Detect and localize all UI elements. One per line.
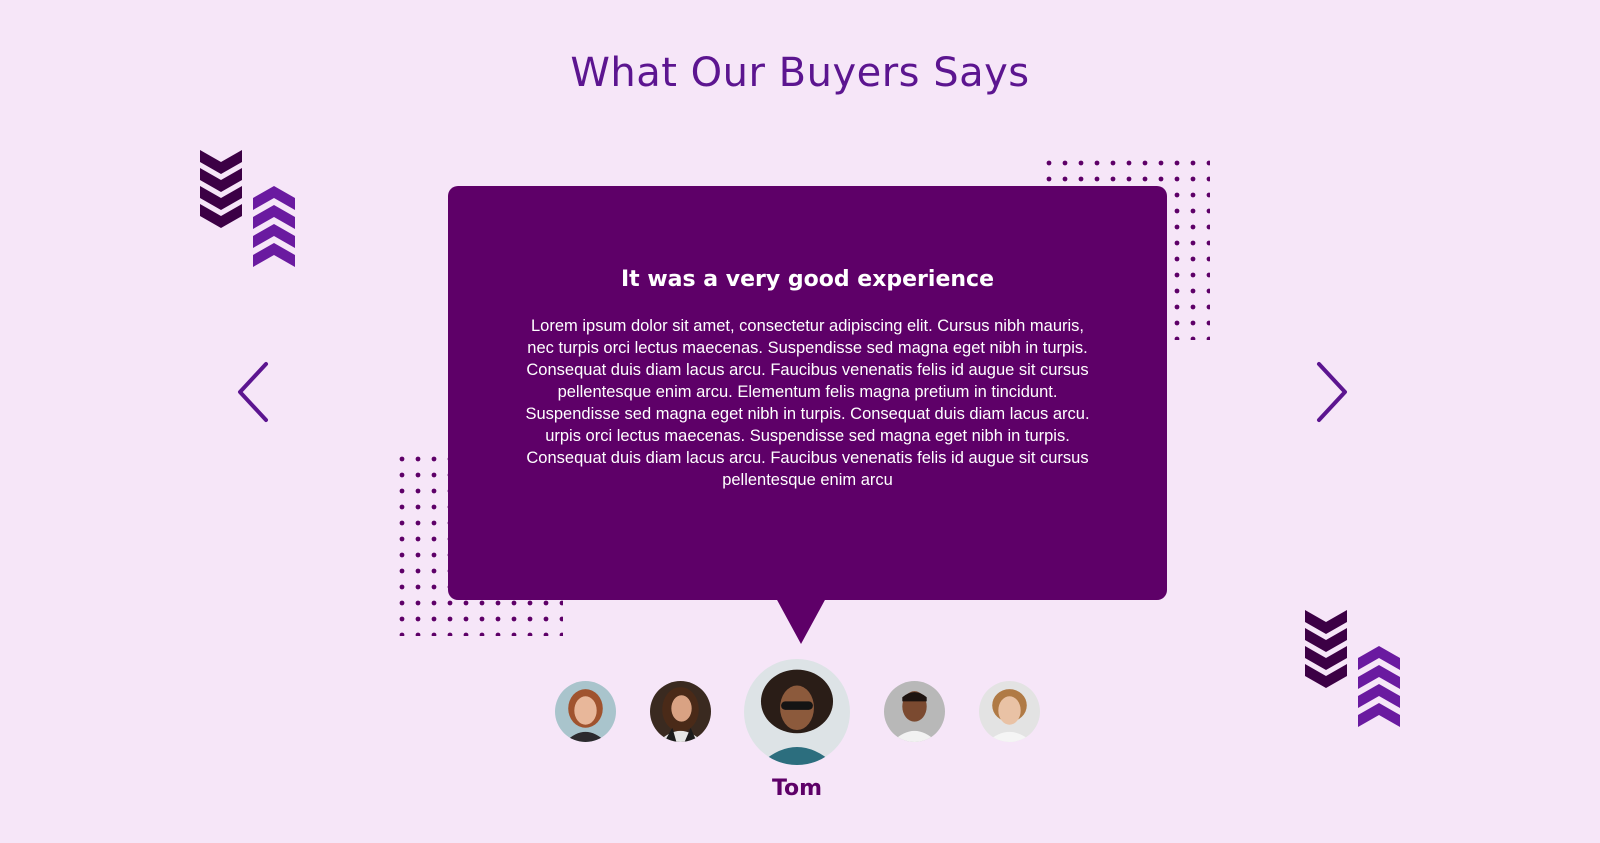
avatar-portrait-icon — [884, 681, 945, 742]
chevron-right-icon — [1317, 362, 1347, 422]
section-title: What Our Buyers Says — [570, 50, 1030, 96]
avatar-portrait-icon — [650, 681, 711, 742]
chevrons-decoration-top-left — [200, 150, 295, 267]
next-arrow-button[interactable] — [1313, 360, 1353, 424]
testimonial-card-pointer — [776, 598, 826, 644]
avatar-portrait-icon — [555, 681, 616, 742]
reviewer-avatar-1[interactable] — [555, 681, 616, 742]
testimonial-card: It was a very good experience Lorem ipsu… — [448, 186, 1167, 600]
active-reviewer-name: Tom — [771, 776, 823, 801]
prev-arrow-button[interactable] — [232, 360, 272, 424]
reviewer-avatar-4[interactable] — [884, 681, 945, 742]
reviewer-avatar-5[interactable] — [979, 681, 1040, 742]
chevrons-up-icon — [253, 186, 295, 267]
chevrons-up-icon — [1358, 646, 1400, 727]
chevrons-down-icon — [200, 150, 242, 228]
reviewer-avatar-3-active[interactable] — [744, 659, 850, 765]
chevrons-decoration-bottom-right — [1305, 610, 1400, 727]
testimonial-heading: It was a very good experience — [620, 267, 994, 292]
chevrons-down-icon — [1305, 610, 1347, 688]
avatar-portrait-icon — [744, 659, 850, 765]
reviewer-avatar-2[interactable] — [650, 681, 711, 742]
avatar-portrait-icon — [979, 681, 1040, 742]
chevron-left-icon — [238, 362, 268, 422]
testimonial-body: Lorem ipsum dolor sit amet, consectetur … — [525, 317, 1090, 489]
